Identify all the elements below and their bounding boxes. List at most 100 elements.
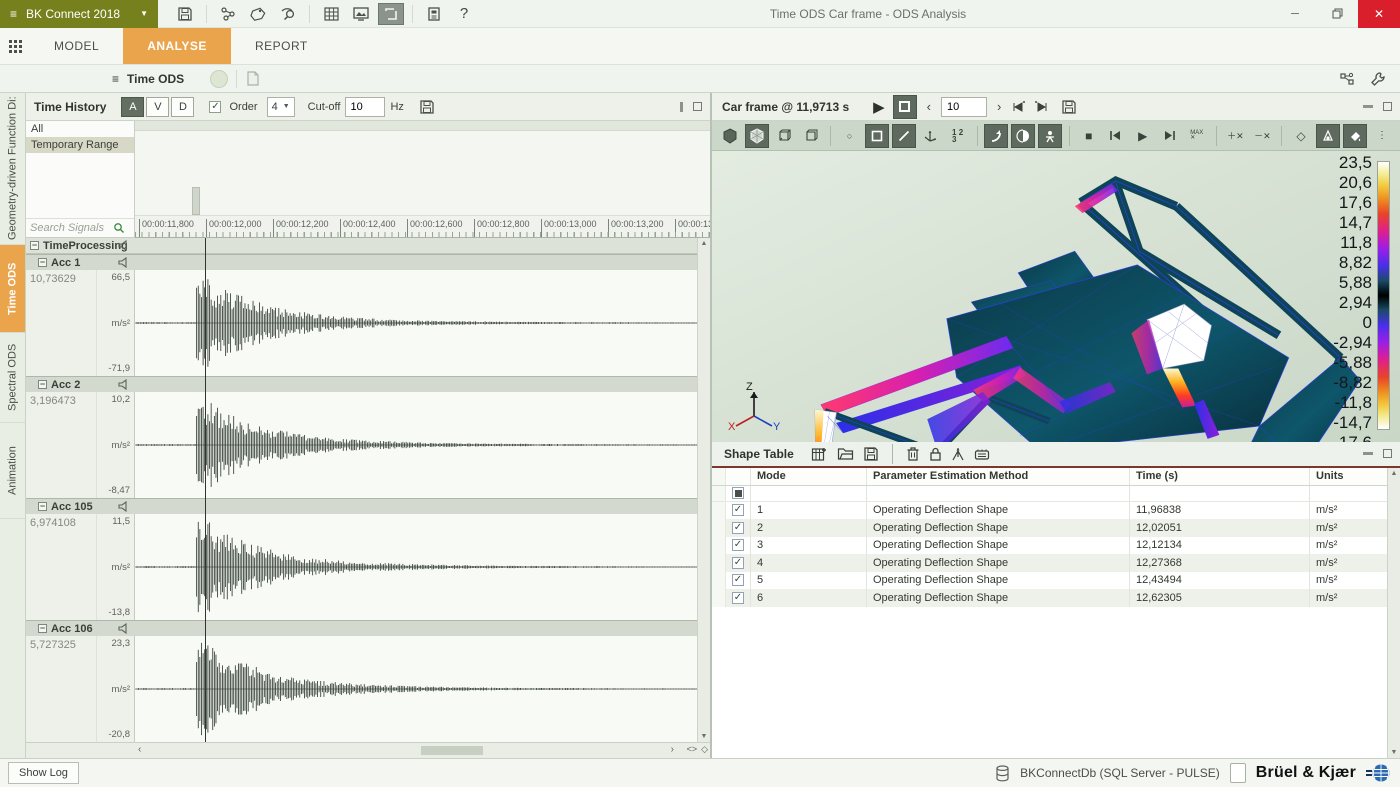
panel-maximize-icon[interactable]	[1383, 449, 1392, 458]
animation-stop-button[interactable]: ■	[1077, 124, 1101, 148]
table-settings-button[interactable]	[974, 447, 990, 461]
column-time[interactable]: Time (s)	[1129, 468, 1309, 485]
select-all-checkbox[interactable]	[732, 487, 744, 499]
velocity-button[interactable]: V	[146, 97, 169, 117]
overview-range-handle[interactable]	[192, 187, 200, 215]
save-shape-table-button[interactable]	[863, 446, 879, 462]
settings-button[interactable]	[1370, 71, 1386, 87]
vertical-scrollbar[interactable]: ▲ ▼	[697, 238, 710, 742]
decrease-amplitude-button[interactable]: －✕	[1250, 124, 1274, 148]
step-forward-button[interactable]	[1034, 101, 1049, 113]
save-animation-button[interactable]	[1061, 99, 1077, 115]
row-checkbox[interactable]: ✓	[732, 557, 744, 569]
collapse-icon[interactable]: −	[38, 502, 47, 511]
expand-horizontal-icon[interactable]: <>	[687, 744, 698, 755]
column-units[interactable]: Units	[1309, 468, 1387, 485]
open-shape-table-button[interactable]	[837, 446, 854, 461]
row-checkbox[interactable]: ✓	[732, 539, 744, 551]
close-button[interactable]: ✕	[1358, 0, 1400, 28]
frame-count-input[interactable]	[941, 97, 987, 117]
minimize-button[interactable]: ─	[1274, 0, 1316, 28]
tab-model[interactable]: MODEL	[30, 28, 123, 64]
animate-deformation-button[interactable]	[1038, 124, 1062, 148]
cutoff-input[interactable]	[345, 97, 385, 117]
panel-maximize-icon[interactable]	[1383, 102, 1392, 111]
tag-button[interactable]	[245, 3, 271, 25]
speaker-icon[interactable]	[118, 240, 130, 251]
color-cone-button[interactable]	[1316, 124, 1340, 148]
overflow-menu-icon[interactable]: ⋮	[1370, 124, 1394, 148]
panel-maximize-icon[interactable]	[693, 102, 702, 111]
animation-play-button[interactable]: ▶	[1131, 124, 1155, 148]
collapse-icon[interactable]: −	[38, 258, 47, 267]
row-checkbox[interactable]: ✓	[732, 574, 744, 586]
displacement-button[interactable]: D	[171, 97, 194, 117]
row-checkbox[interactable]: ✓	[732, 592, 744, 604]
collapse-icon[interactable]: −	[30, 241, 39, 250]
deformed-shape-button[interactable]	[984, 124, 1008, 148]
display-view-button[interactable]	[348, 3, 374, 25]
point-display-button[interactable]: ○	[838, 124, 862, 148]
frame-next-button[interactable]: ›	[995, 99, 1003, 114]
increase-amplitude-button[interactable]: ＋✕	[1223, 124, 1247, 148]
panel-minimize-icon[interactable]	[1363, 105, 1373, 108]
speaker-icon[interactable]	[118, 623, 130, 634]
notebook-button[interactable]	[421, 3, 447, 25]
window-indicator-icon[interactable]	[1230, 763, 1246, 783]
element-select-button[interactable]: ◇	[1289, 124, 1313, 148]
order-select[interactable]: 4 ▼	[267, 97, 295, 117]
step-back-button[interactable]	[1011, 101, 1026, 113]
apps-grid-button[interactable]	[0, 28, 30, 64]
horizontal-scrollbar[interactable]: ‹ › <> ◇	[26, 742, 710, 758]
fit-icon[interactable]: ◇	[701, 744, 708, 755]
wireframe-view-button[interactable]	[772, 124, 796, 148]
side-tab-spectral-ods[interactable]: Spectral ODS	[0, 333, 25, 423]
signal-overview-band[interactable]	[135, 121, 710, 216]
stop-button[interactable]	[893, 95, 917, 119]
save-setup-button[interactable]	[419, 99, 435, 115]
copy-report-button[interactable]	[245, 70, 260, 87]
shaded-view-button[interactable]	[718, 124, 742, 148]
channel-header[interactable]: − Acc 1	[26, 255, 697, 270]
scroll-up-icon[interactable]: ▲	[1391, 470, 1398, 477]
waveform-plot[interactable]	[135, 636, 697, 742]
node-numbers-button[interactable]: 1 23	[946, 124, 970, 148]
search-input[interactable]	[30, 222, 110, 234]
scroll-down-icon[interactable]: ▼	[701, 733, 708, 740]
waveform-plot[interactable]	[135, 392, 697, 498]
go-to-start-button[interactable]	[1104, 124, 1128, 148]
max-amplitude-button[interactable]: MAX✕	[1185, 124, 1209, 148]
panel-minimize-icon[interactable]	[1363, 452, 1373, 455]
help-button[interactable]: ?	[451, 3, 477, 25]
color-fill-button[interactable]	[1343, 124, 1367, 148]
line-display-button[interactable]	[892, 124, 916, 148]
save-button[interactable]	[172, 3, 198, 25]
task-title[interactable]: ≡ Time ODS	[112, 72, 184, 86]
timeprocessing-header[interactable]: − TimeProcessing	[26, 238, 697, 254]
tab-report[interactable]: REPORT	[231, 28, 332, 64]
quad-display-button[interactable]	[865, 124, 889, 148]
column-method[interactable]: Parameter Estimation Method	[866, 468, 1129, 485]
tab-analyse[interactable]: ANALYSE	[123, 28, 231, 64]
waveform-plot[interactable]	[135, 514, 697, 620]
collapse-icon[interactable]: −	[38, 624, 47, 633]
table-row[interactable]: ✓ 2 Operating Deflection Shape 12,02051 …	[712, 519, 1387, 537]
channel-header[interactable]: − Acc 105	[26, 499, 697, 514]
order-checkbox[interactable]: ✓	[209, 101, 221, 113]
panel-minimize-icon[interactable]	[680, 102, 683, 112]
lock-shape-button[interactable]	[929, 446, 942, 462]
acceleration-button[interactable]: A	[121, 97, 144, 117]
app-menu-button[interactable]: ≡ BK Connect 2018 ▼	[0, 0, 158, 28]
table-row[interactable]: ✓ 3 Operating Deflection Shape 12,12134 …	[712, 537, 1387, 555]
waveform-plot[interactable]	[135, 270, 697, 376]
contour-shading-button[interactable]	[1011, 124, 1035, 148]
scroll-left-icon[interactable]: ‹	[138, 744, 141, 755]
side-tab-geometry-driven[interactable]: Geometry-driven Function Di:	[0, 93, 25, 245]
signal-item-all[interactable]: All	[26, 121, 134, 137]
speaker-icon[interactable]	[118, 257, 130, 268]
side-tab-animation[interactable]: Animation	[0, 423, 25, 519]
scroll-up-icon[interactable]: ▲	[701, 240, 708, 247]
table-row[interactable]: ✓ 1 Operating Deflection Shape 11,96838 …	[712, 502, 1387, 520]
shaded-edges-view-button[interactable]	[745, 124, 769, 148]
row-checkbox[interactable]: ✓	[732, 522, 744, 534]
